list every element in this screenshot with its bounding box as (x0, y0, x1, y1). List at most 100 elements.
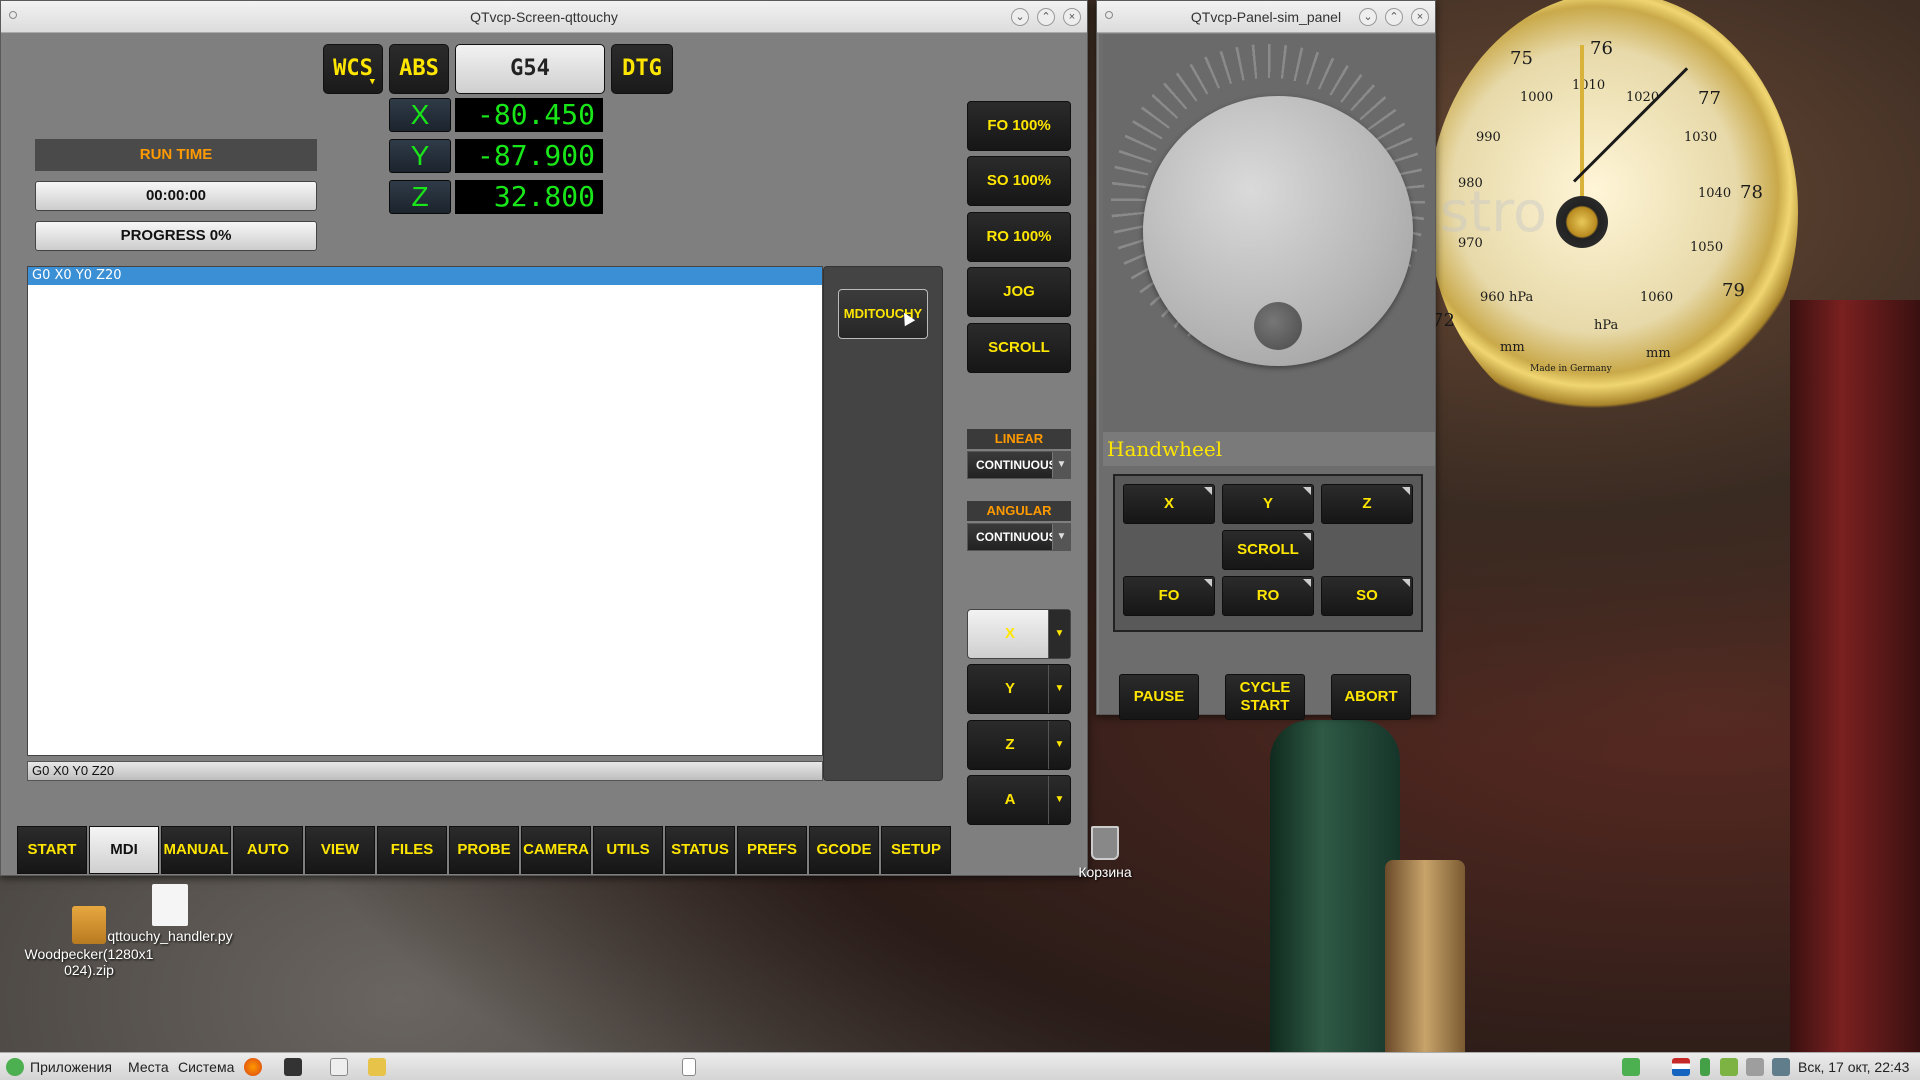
corner-marker-icon (1402, 579, 1410, 587)
mditouchy-button[interactable]: MDITOUCHY (838, 289, 928, 339)
hw-so-button[interactable]: SO (1321, 576, 1413, 616)
wallpaper-curtain (1790, 300, 1920, 1060)
text-editor-icon[interactable] (330, 1058, 348, 1076)
baro-960: 960 hPa (1480, 290, 1534, 305)
maximize-icon[interactable]: ⌃ (1385, 8, 1403, 26)
minimize-icon[interactable]: ⌄ (1359, 8, 1377, 26)
dtg-button[interactable]: DTG (611, 44, 673, 94)
menu-places[interactable]: Места (128, 1053, 169, 1080)
baro-75: 75 (1510, 48, 1533, 69)
py-desktop-icon[interactable]: qttouchy_handler.py (100, 884, 240, 944)
dropdown-arrow-icon[interactable]: ▼ (1048, 776, 1070, 824)
terminal-icon[interactable] (284, 1058, 302, 1076)
dro-value-y: -87.900 (455, 139, 603, 173)
tab-status[interactable]: STATUS (665, 826, 735, 874)
corner-marker-icon (1204, 487, 1212, 495)
clock[interactable]: Вск, 17 окт, 22:43 (1798, 1053, 1909, 1080)
tab-gcode[interactable]: GCODE (809, 826, 879, 874)
feed-override-button[interactable]: FO 100% (967, 101, 1071, 151)
rapid-override-button[interactable]: RO 100% (967, 212, 1071, 262)
tab-prefs[interactable]: PREFS (737, 826, 807, 874)
list-item-selected[interactable]: G0 X0 Y0 Z20 (28, 267, 822, 285)
cycle-start-button[interactable]: CYCLE START (1225, 674, 1305, 720)
distro-logo-icon[interactable] (6, 1058, 24, 1076)
abort-button[interactable]: ABORT (1331, 674, 1411, 720)
dro-value-x: -80.450 (455, 98, 603, 132)
jog-button[interactable]: JOG (967, 267, 1071, 317)
tab-files[interactable]: FILES (377, 826, 447, 874)
linux-penguin-icon[interactable] (368, 1058, 386, 1076)
keyboard-layout-flag-icon[interactable] (1672, 1058, 1690, 1076)
axis-select-a[interactable]: A ▼ (967, 775, 1071, 825)
dro-axis-z[interactable]: Z (389, 180, 451, 214)
baro-maker: Made in Germany (1530, 364, 1612, 374)
battery-icon[interactable] (1700, 1058, 1710, 1076)
linear-label: LINEAR (967, 429, 1071, 449)
axis-select-y[interactable]: Y ▼ (967, 664, 1071, 714)
volume-icon[interactable] (1746, 1058, 1764, 1076)
tab-utils[interactable]: UTILS (593, 826, 663, 874)
trash-desktop-icon[interactable]: Корзина (1070, 826, 1140, 880)
pause-button[interactable]: PAUSE (1119, 674, 1199, 720)
network-icon[interactable] (1720, 1058, 1738, 1076)
dropdown-arrow-icon[interactable]: ▼ (1048, 721, 1070, 769)
notes-icon[interactable] (1772, 1058, 1790, 1076)
hw-axis-y-button[interactable]: Y (1222, 484, 1314, 524)
py-label: qttouchy_handler.py (107, 928, 233, 944)
hw-fo-label: FO (1158, 587, 1180, 604)
menu-system[interactable]: Система (178, 1053, 234, 1080)
minimize-icon[interactable]: ⌄ (1011, 8, 1029, 26)
handwheel[interactable] (1143, 96, 1413, 366)
close-icon[interactable]: × (1411, 8, 1429, 26)
tab-view[interactable]: VIEW (305, 826, 375, 874)
dropdown-arrow-icon[interactable]: ▼ (1052, 524, 1070, 550)
dropdown-arrow-icon: ▼ (369, 77, 375, 87)
tab-camera[interactable]: CAMERA (521, 826, 591, 874)
tab-mdi[interactable]: MDI (89, 826, 159, 874)
hw-so-label: SO (1356, 587, 1378, 604)
handwheel-label: Handwheel (1103, 432, 1435, 466)
dropdown-arrow-icon[interactable]: ▼ (1048, 610, 1070, 658)
dro-axis-x[interactable]: X (389, 98, 451, 132)
tab-probe[interactable]: PROBE (449, 826, 519, 874)
update-icon[interactable] (1622, 1058, 1640, 1076)
tab-start[interactable]: START (17, 826, 87, 874)
hw-axis-y-label: Y (1262, 495, 1273, 512)
tab-auto[interactable]: AUTO (233, 826, 303, 874)
maximize-icon[interactable]: ⌃ (1037, 8, 1055, 26)
angular-mode-select[interactable]: CONTINUOUS ▼ (967, 523, 1071, 551)
menu-applications[interactable]: Приложения (30, 1053, 112, 1080)
baro-1050: 1050 (1690, 240, 1724, 255)
hw-axis-x-button[interactable]: X (1123, 484, 1215, 524)
hw-axis-x-label: X (1163, 495, 1174, 512)
hw-ro-button[interactable]: RO (1222, 576, 1314, 616)
hw-fo-button[interactable]: FO (1123, 576, 1215, 616)
dro-axis-y[interactable]: Y (389, 139, 451, 173)
dropdown-arrow-icon[interactable]: ▼ (1048, 665, 1070, 713)
axis-select-z[interactable]: Z ▼ (967, 720, 1071, 770)
window-menu-icon[interactable] (1105, 11, 1113, 19)
tab-manual[interactable]: MANUAL (161, 826, 231, 874)
show-desktop-icon[interactable] (682, 1058, 696, 1076)
spindle-override-button[interactable]: SO 100% (967, 156, 1071, 206)
sim-titlebar[interactable]: QTvcp-Panel-sim_panel ⌄ ⌃ × (1097, 1, 1435, 33)
main-titlebar[interactable]: QTvcp-Screen-qttouchy ⌄ ⌃ × (1, 1, 1087, 33)
wcs-button[interactable]: WCS ▼ (323, 44, 383, 94)
close-icon[interactable]: × (1063, 8, 1081, 26)
firefox-icon[interactable] (244, 1058, 262, 1076)
coord-system-button[interactable]: G54 (455, 44, 605, 94)
axis-select-x[interactable]: X ▼ (967, 609, 1071, 659)
hw-scroll-button[interactable]: SCROLL (1222, 530, 1314, 570)
abs-button[interactable]: ABS (389, 44, 449, 94)
axis-select-a-label: A (1004, 791, 1016, 808)
mdi-input-field[interactable]: G0 X0 Y0 Z20 (27, 761, 823, 781)
hw-axis-z-button[interactable]: Z (1321, 484, 1413, 524)
corner-marker-icon (1303, 533, 1311, 541)
linear-mode-select[interactable]: CONTINUOUS ▼ (967, 451, 1071, 479)
scroll-button[interactable]: SCROLL (967, 323, 1071, 373)
handwheel-knob[interactable] (1254, 302, 1302, 350)
window-menu-icon[interactable] (9, 11, 17, 19)
mdi-history-list[interactable]: G0 X0 Y0 Z20 (27, 266, 823, 756)
dropdown-arrow-icon[interactable]: ▼ (1052, 452, 1070, 478)
tab-setup[interactable]: SETUP (881, 826, 951, 874)
